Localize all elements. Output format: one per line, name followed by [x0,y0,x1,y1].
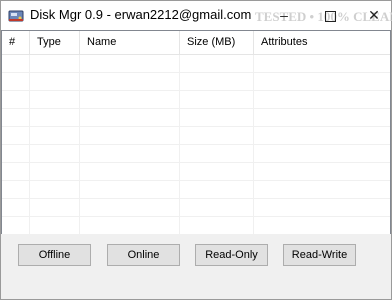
list-body[interactable] [2,55,390,234]
minimize-icon: – [280,7,288,23]
read-write-button[interactable]: Read-Write [283,244,356,266]
window-title: Disk Mgr 0.9 - erwan2212@gmail.com [30,7,252,22]
column-header-size[interactable]: Size (MB) [180,31,254,54]
close-button[interactable]: ✕ [359,1,389,30]
grid-line [2,198,390,199]
grid-line [179,55,180,234]
grid-line [29,55,30,234]
grid-line [2,126,390,127]
disk-app-icon [8,10,24,22]
read-only-button[interactable]: Read-Only [195,244,268,266]
button-bar: Offline Online Read-Only Read-Write [1,234,391,299]
grid-line [79,55,80,234]
minimize-button[interactable]: – [269,1,299,30]
column-header-attributes[interactable]: Attributes [254,31,390,54]
grid-line [2,72,390,73]
offline-button[interactable]: Offline [18,244,91,266]
grid-line [2,180,390,181]
column-header-name[interactable]: Name [80,31,180,54]
grid-line [2,108,390,109]
app-window: Disk Mgr 0.9 - erwan2212@gmail.com TESTE… [0,0,392,300]
grid-line [253,55,254,234]
grid-line [2,162,390,163]
list-header: # Type Name Size (MB) Attributes [2,31,390,55]
online-button[interactable]: Online [107,244,180,266]
grid-line [2,144,390,145]
maximize-button[interactable] [315,1,345,30]
close-icon: ✕ [368,7,380,23]
column-header-type[interactable]: Type [30,31,80,54]
maximize-icon [324,10,336,22]
partition-list[interactable]: # Type Name Size (MB) Attributes [1,30,391,235]
grid-line [2,90,390,91]
title-bar[interactable]: Disk Mgr 0.9 - erwan2212@gmail.com TESTE… [1,1,392,82]
grid-line [2,216,390,217]
column-header-index[interactable]: # [2,31,30,54]
